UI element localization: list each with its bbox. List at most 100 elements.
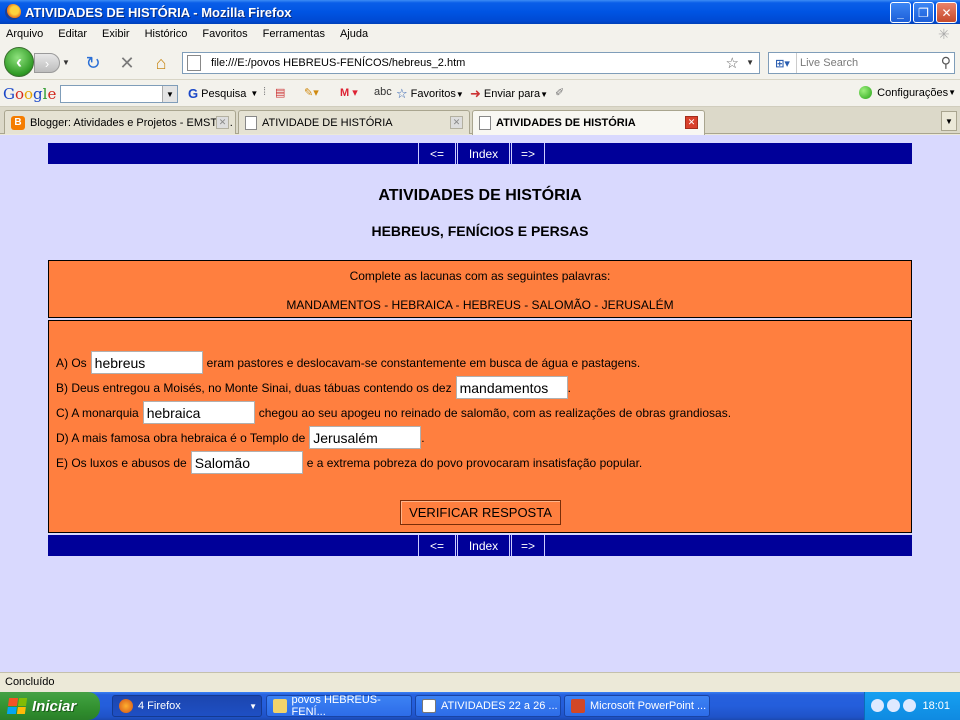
google-toolbar: Google ▼ G Pesquisa ▼ ⁞ ▤ ✎▾ M ▾ abc ☆ F… [0, 80, 960, 107]
menu-ferramentas[interactable]: Ferramentas [263, 28, 325, 40]
send-to-button[interactable]: ➜ Enviar para ▼ [470, 86, 548, 102]
status-text: Concluído [5, 676, 55, 688]
google-search-label: Pesquisa [201, 87, 247, 100]
menu-arquivo[interactable]: Arquivo [6, 28, 43, 40]
start-label: Iniciar [32, 697, 77, 715]
google-search-input[interactable]: ▼ [60, 85, 178, 103]
menu-bar: Arquivo Editar Exibir Histórico Favorito… [0, 24, 960, 44]
page-title: ATIVIDADES DE HISTÓRIA [378, 187, 582, 204]
tab-label: Blogger: Atividades e Projetos - EMST -.… [30, 116, 233, 129]
top-nav-strip: <= Index => [48, 143, 912, 164]
back-button[interactable]: ‹ [4, 47, 34, 77]
home-icon[interactable]: ⌂ [150, 52, 172, 74]
next-link[interactable]: => [511, 143, 545, 164]
window-title: ATIVIDADES DE HISTÓRIA - Mozilla Firefox [25, 4, 292, 20]
security-icon[interactable] [903, 699, 916, 712]
pencil-icon[interactable]: ✐ [555, 86, 564, 99]
reload-icon[interactable]: ↻ [82, 52, 104, 74]
restore-button[interactable]: ❐ [913, 2, 934, 23]
stop-icon[interactable]: ✕ [116, 52, 138, 74]
address-bar[interactable]: file:///E:/povos HEBREUS-FENÍCOS/hebreus… [182, 52, 760, 74]
folder-icon [273, 699, 287, 713]
status-bar: Concluído [0, 672, 960, 692]
status-dot-icon [859, 86, 873, 99]
minimize-button[interactable]: _ [890, 2, 911, 23]
close-window-button[interactable]: ✕ [936, 2, 957, 23]
menu-favoritos[interactable]: Favoritos [202, 28, 247, 40]
google-search-button[interactable]: G Pesquisa ▼ [188, 86, 258, 101]
page-icon [187, 55, 201, 71]
taskbar-document-button[interactable]: ATIVIDADES 22 a 26 ... [415, 695, 561, 717]
answer-d-input[interactable] [309, 426, 422, 449]
chevron-down-icon: ▼ [948, 88, 956, 97]
menu-historico[interactable]: Histórico [145, 28, 188, 40]
next-link[interactable]: => [511, 535, 545, 556]
popup-blocker-icon[interactable]: ▤ [275, 86, 285, 99]
settings-label: Configurações [877, 86, 949, 99]
blogger-icon: B [11, 115, 25, 130]
chevron-down-icon[interactable]: ▼ [162, 86, 177, 102]
search-icon[interactable]: ⚲ [941, 54, 951, 71]
taskbar-powerpoint-button[interactable]: Microsoft PowerPoint ... [564, 695, 710, 717]
firefox-icon [119, 699, 133, 713]
prev-link[interactable]: <= [418, 535, 456, 556]
search-box[interactable]: ⊞▾ Live Search ⚲ [768, 52, 955, 74]
google-logo[interactable]: Google [3, 85, 56, 103]
index-link[interactable]: Index [457, 143, 510, 164]
favorites-button[interactable]: ☆ Favoritos ▼ [396, 86, 464, 102]
bottom-nav-strip: <= Index => [48, 535, 912, 556]
close-tab-icon[interactable]: ✕ [685, 116, 698, 129]
separator-icon: ⁞ [263, 86, 267, 98]
index-link[interactable]: Index [457, 535, 510, 556]
settings-button[interactable]: Configurações ▼ [859, 86, 956, 99]
menu-editar[interactable]: Editar [58, 28, 87, 40]
tab-atividades-active[interactable]: ATIVIDADES DE HISTÓRIA ✕ [472, 110, 705, 135]
taskbar-folder-button[interactable]: povos HEBREUS-FENÍ... [266, 694, 412, 718]
close-tab-icon[interactable]: ✕ [216, 116, 229, 129]
answer-a-input[interactable] [90, 351, 203, 374]
star-icon: ☆ [396, 86, 408, 101]
close-tab-icon[interactable]: ✕ [450, 116, 463, 129]
menu-ajuda[interactable]: Ajuda [340, 28, 368, 40]
question-b: B) Deus entregou a Moisés, no Monte Sina… [56, 376, 571, 399]
question-e: E) Os luxos e abusos de e a extrema pobr… [56, 451, 642, 474]
tab-atividade[interactable]: ATIVIDADE DE HISTÓRIA ✕ [238, 110, 470, 134]
verify-answer-button[interactable]: VERIFICAR RESPOSTA [400, 500, 561, 525]
chevron-down-icon[interactable]: ▼ [250, 89, 258, 98]
network-icon[interactable] [887, 699, 900, 712]
answer-b-input[interactable] [455, 376, 568, 399]
windows-logo-icon [6, 698, 28, 714]
spellcheck-icon[interactable]: abc [374, 86, 392, 98]
window-titlebar[interactable]: ATIVIDADES DE HISTÓRIA - Mozilla Firefox… [0, 0, 960, 24]
window-controls: _ ❐ ✕ [890, 2, 957, 23]
gmail-icon[interactable]: M ▾ [340, 86, 358, 99]
forward-button[interactable]: › [34, 53, 60, 73]
navigation-toolbar: ‹ › ▼ ↻ ✕ ⌂ file:///E:/povos HEBREUS-FEN… [0, 44, 960, 80]
history-dropdown-icon[interactable]: ▼ [62, 58, 70, 67]
clock[interactable]: 18:01 [922, 700, 950, 712]
menu-exibir[interactable]: Exibir [102, 28, 130, 40]
page-icon [245, 115, 257, 130]
bookmark-star-icon[interactable]: ☆ [726, 54, 739, 72]
autofill-icon[interactable]: ✎▾ [304, 86, 319, 99]
word-bank-box: Complete as lacunas com as seguintes pal… [48, 260, 912, 318]
system-tray: 18:01 [864, 692, 960, 720]
search-engine-icon[interactable]: ⊞▾ [769, 53, 797, 73]
throbber-icon: ✳ [938, 26, 950, 42]
powerpoint-icon [571, 699, 585, 713]
word-bank-text: MANDAMENTOS - HEBRAICA - HEBREUS - SALOM… [286, 298, 674, 312]
tab-blogger[interactable]: B Blogger: Atividades e Projetos - EMST … [4, 110, 236, 134]
prev-link[interactable]: <= [418, 143, 456, 164]
list-all-tabs-icon[interactable]: ▼ [941, 111, 957, 131]
answer-e-input[interactable] [190, 451, 303, 474]
question-d: D) A mais famosa obra hebraica é o Templ… [56, 426, 425, 449]
tray-arrow-icon[interactable] [871, 699, 884, 712]
answer-c-input[interactable] [142, 401, 255, 424]
tab-label: ATIVIDADES DE HISTÓRIA [496, 117, 636, 129]
search-placeholder: Live Search [800, 57, 859, 69]
taskbar-firefox-button[interactable]: 4 Firefox ▼ [112, 695, 262, 717]
url-dropdown-icon[interactable]: ▼ [746, 58, 754, 67]
start-button[interactable]: Iniciar [0, 692, 100, 720]
send-to-label: Enviar para [483, 88, 541, 100]
chevron-down-icon: ▼ [540, 89, 549, 99]
